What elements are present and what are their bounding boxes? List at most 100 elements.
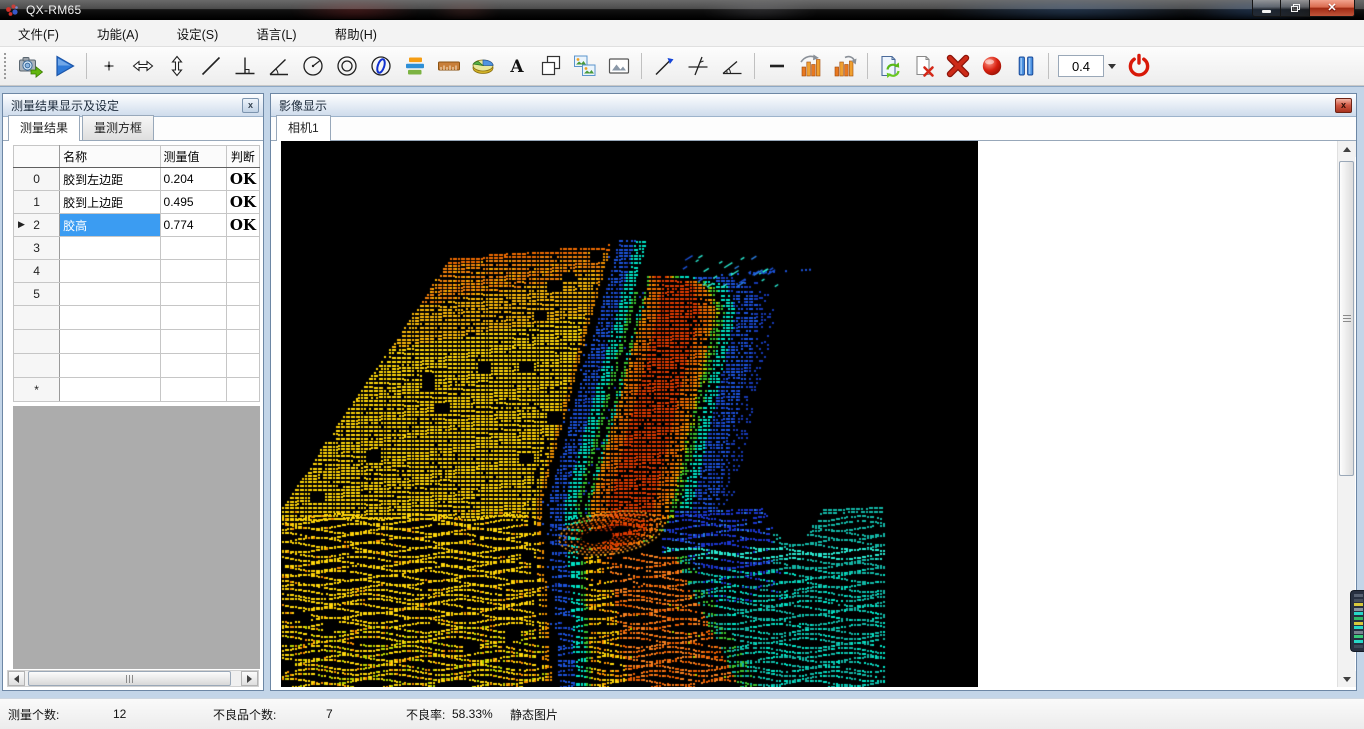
row-judge-cell[interactable] [226,306,259,330]
delete-all-button[interactable] [943,51,974,82]
row-value-cell[interactable] [160,260,226,283]
stats-next-button[interactable] [830,51,861,82]
row-value-cell[interactable] [160,330,226,354]
menu-item-1[interactable]: 功能(A) [85,20,151,47]
row-judge-cell[interactable] [226,354,259,378]
circle-radius-button[interactable] [298,51,329,82]
copy-shape-button[interactable] [536,51,567,82]
row-value-cell[interactable] [160,237,226,260]
concentric-circles-button[interactable] [332,51,363,82]
row-judge-cell[interactable] [226,330,259,354]
ellipse-arc-button[interactable] [366,51,397,82]
row-name-cell[interactable] [60,260,160,283]
table-row[interactable]: 1胶到上边距0.495OK [14,191,260,214]
point-cloud-canvas[interactable] [281,141,978,687]
row-judge-cell[interactable]: OK [226,168,259,191]
perpendicular-button[interactable] [230,51,261,82]
pie-chart-button[interactable] [468,51,499,82]
table-row[interactable]: 3 [14,237,260,260]
row-value-cell[interactable] [160,306,226,330]
row-name-cell[interactable]: 胶高 [60,214,160,237]
minus-button[interactable] [762,51,793,82]
row-value-cell[interactable] [160,378,226,402]
left-panel-close-button[interactable]: x [242,98,259,113]
row-judge-cell[interactable] [226,260,259,283]
table-row[interactable]: 4 [14,260,260,283]
cross-tick-button[interactable] [683,51,714,82]
dropdown-arrow-icon[interactable] [1108,64,1116,69]
image-stack-button[interactable] [570,51,601,82]
power-button[interactable] [1124,51,1155,82]
row-judge-cell[interactable]: OK [226,191,259,214]
row-index-cell[interactable] [14,354,60,378]
scroll-left-button[interactable] [8,671,25,686]
color-bars-button[interactable] [400,51,431,82]
row-name-cell[interactable] [60,330,160,354]
row-index-cell[interactable]: * [14,378,60,402]
toolbar-grip[interactable] [4,53,9,79]
row-name-cell[interactable] [60,306,160,330]
row-name-cell[interactable] [60,354,160,378]
capture-image-button[interactable] [15,51,46,82]
row-judge-cell[interactable] [226,378,259,402]
minimize-button[interactable] [1252,0,1281,17]
scroll-down-button[interactable] [1338,671,1356,687]
row-value-cell[interactable] [160,283,226,306]
table-row[interactable] [14,330,260,354]
measure-line-arrow-button[interactable] [649,51,680,82]
row-judge-cell[interactable] [226,237,259,260]
table-row[interactable]: ▶2胶高0.774OK [14,214,260,237]
right-panel-close-button[interactable]: x [1335,98,1352,113]
text-label-button[interactable]: A [502,51,533,82]
table-row[interactable]: 5 [14,283,260,306]
tab-camera-0[interactable]: 相机1 [276,115,331,141]
stats-refresh-button[interactable] [796,51,827,82]
measure-height-button[interactable] [162,51,193,82]
scroll-right-button[interactable] [241,671,258,686]
row-index-cell[interactable]: 5 [14,283,60,306]
angle-measure-button[interactable] [717,51,748,82]
menu-item-2[interactable]: 设定(S) [165,20,231,47]
hscroll-thumb[interactable] [28,671,231,686]
table-row[interactable]: * [14,378,260,402]
row-index-cell[interactable] [14,330,60,354]
run-button[interactable] [49,51,80,82]
pause-button[interactable] [1011,51,1042,82]
row-name-cell[interactable] [60,283,160,306]
row-index-cell[interactable]: ▶2 [14,214,60,237]
delete-document-button[interactable] [909,51,940,82]
tab-left-1[interactable]: 量测方框 [82,115,154,140]
measure-result-table[interactable]: 名称测量值判断0胶到左边距0.204OK1胶到上边距0.495OK▶2胶高0.7… [13,145,260,402]
row-name-cell[interactable]: 胶到上边距 [60,191,160,214]
close-button[interactable]: ✕ [1309,0,1355,17]
point-button[interactable] [94,51,125,82]
row-value-cell[interactable]: 0.495 [160,191,226,214]
row-value-cell[interactable]: 0.204 [160,168,226,191]
table-row[interactable]: 0胶到左边距0.204OK [14,168,260,191]
row-index-cell[interactable]: 1 [14,191,60,214]
line-button[interactable] [196,51,227,82]
menu-item-3[interactable]: 语言(L) [244,20,308,47]
restore-button[interactable] [1281,0,1309,17]
row-index-cell[interactable] [14,306,60,330]
left-panel-hscrollbar[interactable] [7,670,259,687]
row-name-cell[interactable] [60,378,160,402]
row-value-cell[interactable]: 0.774 [160,214,226,237]
row-index-cell[interactable]: 4 [14,260,60,283]
ruler-button[interactable] [434,51,465,82]
vscroll-thumb[interactable] [1339,161,1354,476]
menu-item-4[interactable]: 帮助(H) [323,20,389,47]
scale-select[interactable]: 0.4 [1058,55,1104,77]
record-button[interactable] [977,51,1008,82]
row-name-cell[interactable]: 胶到左边距 [60,168,160,191]
tab-left-0[interactable]: 测量结果 [8,115,80,141]
row-name-cell[interactable] [60,237,160,260]
table-row[interactable] [14,306,260,330]
row-index-cell[interactable]: 0 [14,168,60,191]
measure-width-button[interactable] [128,51,159,82]
refresh-document-button[interactable] [875,51,906,82]
angle-arc-button[interactable] [264,51,295,82]
row-index-cell[interactable]: 3 [14,237,60,260]
row-judge-cell[interactable] [226,283,259,306]
menu-item-0[interactable]: 文件(F) [6,20,71,47]
